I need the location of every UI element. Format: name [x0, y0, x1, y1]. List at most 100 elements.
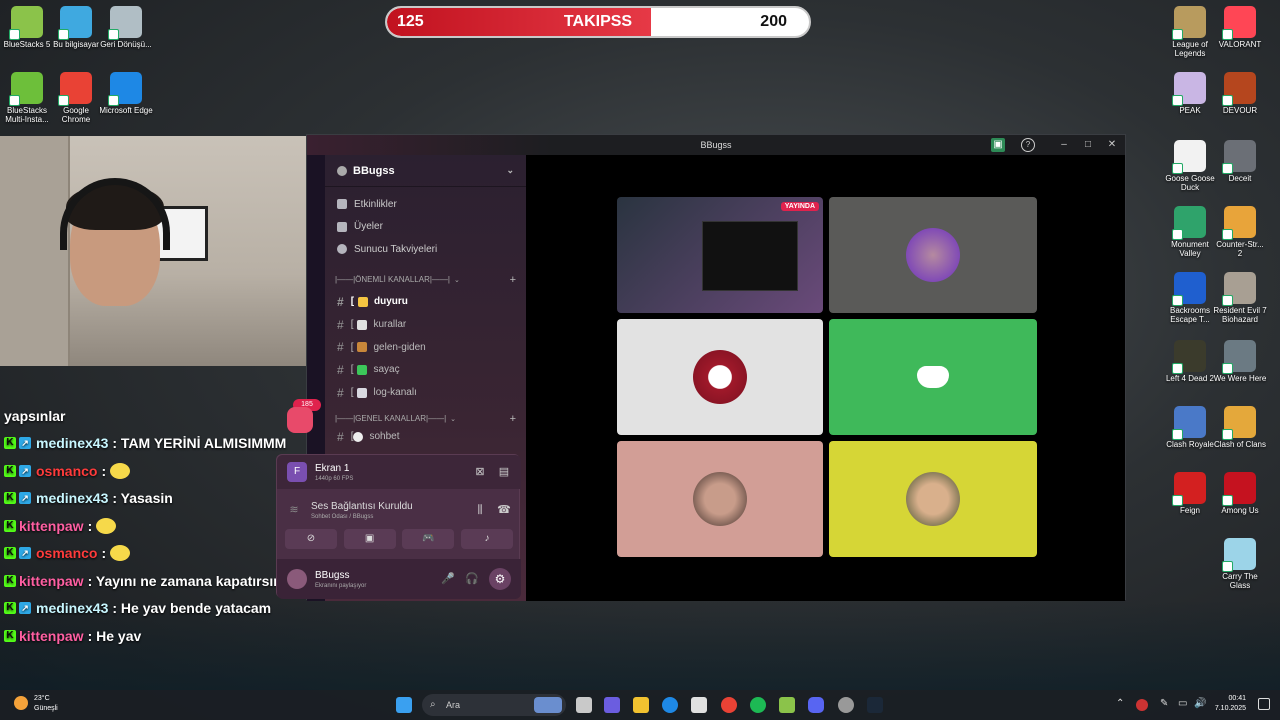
chat-text: : He yav	[87, 627, 142, 644]
maximize-icon[interactable]: □	[1081, 138, 1095, 152]
category-general[interactable]: |——|GENEL KANALLAR|——| ⌄ +	[325, 408, 526, 430]
chat-username[interactable]: kittenpaw	[19, 572, 84, 590]
file-explorer-icon[interactable]	[633, 697, 649, 713]
server-icon[interactable]	[287, 407, 313, 433]
channel-sohbet[interactable]: # [ sohbet	[325, 430, 526, 444]
voice-status-panel: F Ekran 1 1440p 60 FPS ⊠ ▤ ≋ Ses Bağlant…	[276, 454, 521, 599]
desktop-icon[interactable]: DEVOUR	[1213, 72, 1267, 115]
help-icon[interactable]: ?	[1021, 138, 1035, 152]
bluestacks-icon[interactable]	[779, 697, 795, 713]
discord-icon[interactable]	[808, 697, 824, 713]
desktop-icon[interactable]: PEAK	[1163, 72, 1217, 115]
settings-gear-icon[interactable]: ⚙	[489, 568, 511, 590]
participant-tile-4[interactable]	[617, 441, 823, 557]
screen-share-button[interactable]: ▣	[343, 529, 396, 549]
participant-tile-1[interactable]	[829, 197, 1037, 313]
menu-members[interactable]: Üyeler	[325, 216, 526, 239]
task-view-icon[interactable]	[576, 697, 592, 713]
channel-item[interactable]: # [kurallar	[325, 313, 526, 336]
edge-icon[interactable]	[662, 697, 678, 713]
app-icon	[1222, 340, 1256, 374]
store-icon[interactable]	[691, 697, 707, 713]
desktop-icon[interactable]: Among Us	[1213, 472, 1267, 515]
participant-tile-5[interactable]	[829, 441, 1037, 557]
chat-username[interactable]: osmanco	[36, 462, 97, 480]
channel-item[interactable]: # [sayaç	[325, 359, 526, 382]
window-titlebar[interactable]: BBugss ▣ ? – □ ✕	[307, 135, 1125, 155]
desktop-icon[interactable]: VALORANT	[1213, 6, 1267, 49]
chevron-down-icon[interactable]: ⌄	[506, 165, 514, 176]
noise-suppression-icon[interactable]: ⫼	[473, 503, 487, 517]
desktop-icon[interactable]: Bu bilgisayar	[49, 6, 103, 49]
kick-badge-icon: K	[4, 574, 16, 587]
add-channel-icon[interactable]: +	[510, 413, 516, 425]
notification-icon[interactable]	[1258, 698, 1270, 710]
screen-share-tile[interactable]: YAYINDA	[617, 197, 823, 313]
server-header[interactable]: BBugss ⌄	[325, 155, 526, 187]
network-icon[interactable]: ▭	[1178, 698, 1187, 709]
microphone-icon[interactable]: 🎤	[441, 572, 455, 586]
chat-username[interactable]: medinex43	[36, 599, 108, 617]
channel-item[interactable]: # [duyuru	[325, 291, 526, 314]
close-icon[interactable]: ✕	[1105, 138, 1119, 152]
steam-icon[interactable]	[867, 697, 883, 713]
desktop-icon[interactable]: Backrooms Escape T...	[1163, 272, 1217, 324]
channel-item[interactable]: # [log-kanalı	[325, 381, 526, 404]
participant-tile-3[interactable]	[829, 319, 1037, 435]
desktop-icon[interactable]: Feign	[1163, 472, 1217, 515]
add-channel-icon[interactable]: +	[510, 274, 516, 286]
headphones-icon[interactable]: 🎧	[465, 572, 479, 586]
desktop-icon[interactable]: Geri Dönüşü...	[99, 6, 153, 49]
stream-settings-icon[interactable]: ▤	[497, 465, 511, 479]
minimize-icon[interactable]: –	[1057, 138, 1071, 152]
desktop-icon[interactable]: BlueStacks Multi-Insta...	[0, 72, 54, 124]
desktop-icon[interactable]: League of Legends	[1163, 6, 1217, 58]
desktop-icon[interactable]: Left 4 Dead 2	[1163, 340, 1217, 383]
desktop-icon[interactable]: Resident Evil 7 Biohazard	[1213, 272, 1267, 324]
chat-username[interactable]: kittenpaw	[19, 627, 84, 645]
windows-start-icon[interactable]	[396, 697, 412, 713]
desktop-icon[interactable]: We Were Here	[1213, 340, 1267, 383]
desktop-icon[interactable]: Monument Valley	[1163, 206, 1217, 258]
stop-stream-icon[interactable]: ⊠	[473, 465, 487, 479]
category-important[interactable]: |——|ÖNEMLİ KANALLAR|——| ⌄ +	[325, 269, 526, 291]
avatar[interactable]	[287, 569, 307, 589]
spotify-icon[interactable]	[750, 697, 766, 713]
menu-events[interactable]: Etkinlikler	[325, 193, 526, 216]
chat-username[interactable]: kittenpaw	[19, 517, 84, 535]
desktop-icon[interactable]: Deceit	[1213, 140, 1267, 183]
participant-tile-2[interactable]	[617, 319, 823, 435]
chat-username[interactable]: osmanco	[36, 544, 97, 562]
camera-off-button[interactable]: ⊘	[285, 529, 337, 549]
menu-boosts[interactable]: Sunucu Takviyeleri	[325, 238, 526, 261]
desktop-icon[interactable]: Clash of Clans	[1213, 406, 1267, 449]
desktop-icon[interactable]: Carry The Glass	[1213, 538, 1267, 590]
disconnect-icon[interactable]: ☎	[497, 503, 511, 517]
desktop-icon[interactable]: BlueStacks 5	[0, 6, 54, 49]
channel-bracket: [	[350, 387, 354, 399]
desktop-icon[interactable]: Google Chrome	[49, 72, 103, 124]
desktop-icon[interactable]: Microsoft Edge	[99, 72, 153, 115]
tray-app-icon[interactable]	[1136, 699, 1148, 711]
weather-widget[interactable]: 23°C Güneşli	[14, 694, 58, 714]
channel-emoji	[357, 364, 368, 375]
pen-icon[interactable]: ✎	[1160, 698, 1168, 709]
desktop-icon[interactable]: Clash Royale	[1163, 406, 1217, 449]
volume-icon[interactable]: 🔊	[1194, 698, 1206, 709]
soundboard-button[interactable]: ♪	[460, 529, 513, 549]
desktop-icon[interactable]: Goose Goose Duck	[1163, 140, 1217, 192]
obs-icon[interactable]	[838, 697, 854, 713]
system-clock[interactable]: 00:41 7.10.2025	[1215, 694, 1246, 714]
activity-button[interactable]: 🎮	[402, 529, 455, 549]
copilot-icon[interactable]	[604, 697, 620, 713]
desktop-icon[interactable]: Counter-Str... 2	[1213, 206, 1267, 258]
channel-item[interactable]: # [gelen-giden	[325, 336, 526, 359]
voice-channel[interactable]: Sohbet Odası / BBugss	[311, 514, 413, 520]
chat-username[interactable]: medinex43	[36, 489, 108, 507]
chrome-icon[interactable]	[721, 697, 737, 713]
stream-chat: yapsınlar K ↗ medinex43: TAM YERİNİ ALMISIM…	[4, 402, 304, 650]
search-input[interactable]: ⌕ Ara	[422, 694, 566, 716]
inbox-icon[interactable]: ▣	[991, 138, 1005, 152]
chevron-up-icon[interactable]: ⌃	[1116, 698, 1124, 709]
chat-username[interactable]: medinex43	[36, 434, 108, 452]
